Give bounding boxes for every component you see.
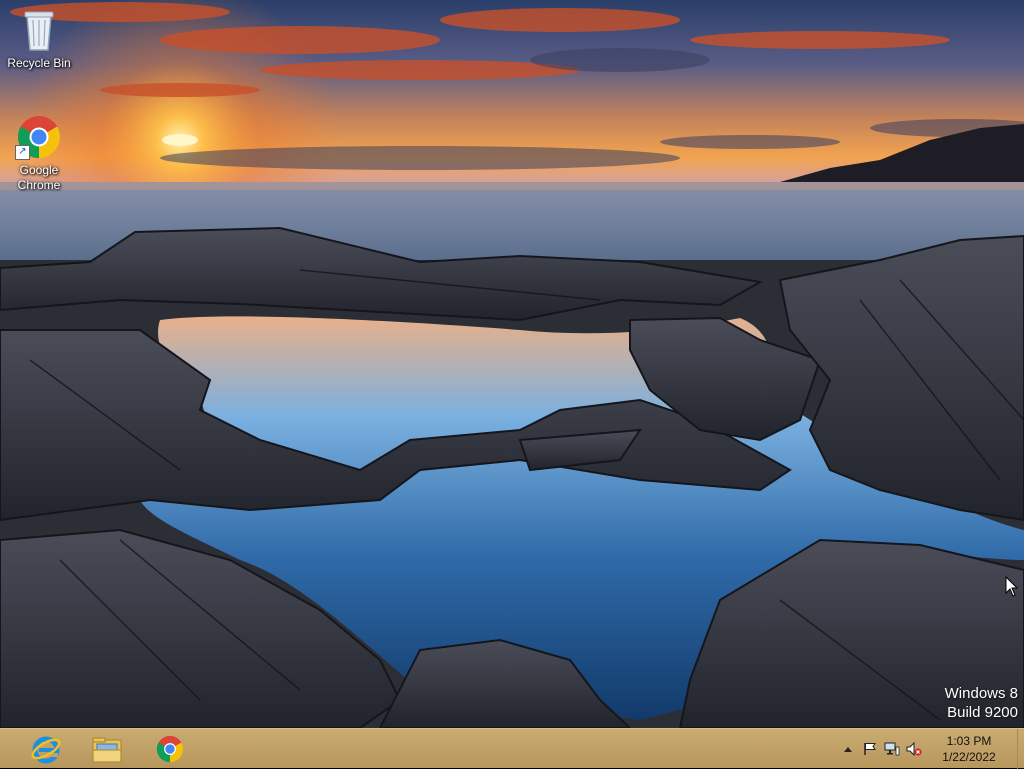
watermark-edition: Windows 8 [944, 685, 1018, 702]
desktop-icon-label: Google Chrome [17, 163, 61, 192]
desktop-wallpaper[interactable] [0, 0, 1024, 728]
speaker-muted-icon[interactable] [903, 738, 925, 760]
mouse-cursor-icon [1005, 575, 1019, 603]
taskbar-internet-explorer-button[interactable] [17, 730, 75, 768]
desktop-icon-label: Recycle Bin [7, 56, 71, 70]
windows-build-watermark: Windows 8 Build 9200 [945, 684, 1018, 722]
internet-explorer-icon [30, 733, 62, 765]
clock-time: 1:03 PM [946, 734, 992, 748]
show-desktop-button[interactable] [1017, 729, 1024, 769]
clock-date: 1/22/2022 [942, 750, 996, 764]
recycle-bin-icon [15, 6, 63, 54]
chrome-icon [155, 734, 185, 764]
wallpaper-image [0, 0, 1024, 728]
shortcut-arrow-icon: ↗ [15, 145, 30, 160]
taskbar-file-explorer-button[interactable] [78, 730, 136, 768]
folder-icon [91, 734, 123, 764]
desktop-icon-google-chrome[interactable]: Google Chrome ↗ [1, 113, 77, 193]
flag-icon[interactable] [859, 738, 881, 760]
taskbar-google-chrome-button[interactable] [141, 730, 199, 768]
desktop-icon-recycle-bin[interactable]: Recycle Bin [1, 6, 77, 71]
taskbar: 1:03 PM 1/22/2022 [0, 728, 1024, 769]
chevron-up-icon[interactable] [837, 738, 859, 760]
network-icon[interactable] [881, 738, 903, 760]
watermark-build: Build 9200 [947, 704, 1018, 721]
taskbar-clock[interactable]: 1:03 PM 1/22/2022 [929, 733, 1009, 765]
system-tray: 1:03 PM 1/22/2022 [837, 729, 1024, 769]
